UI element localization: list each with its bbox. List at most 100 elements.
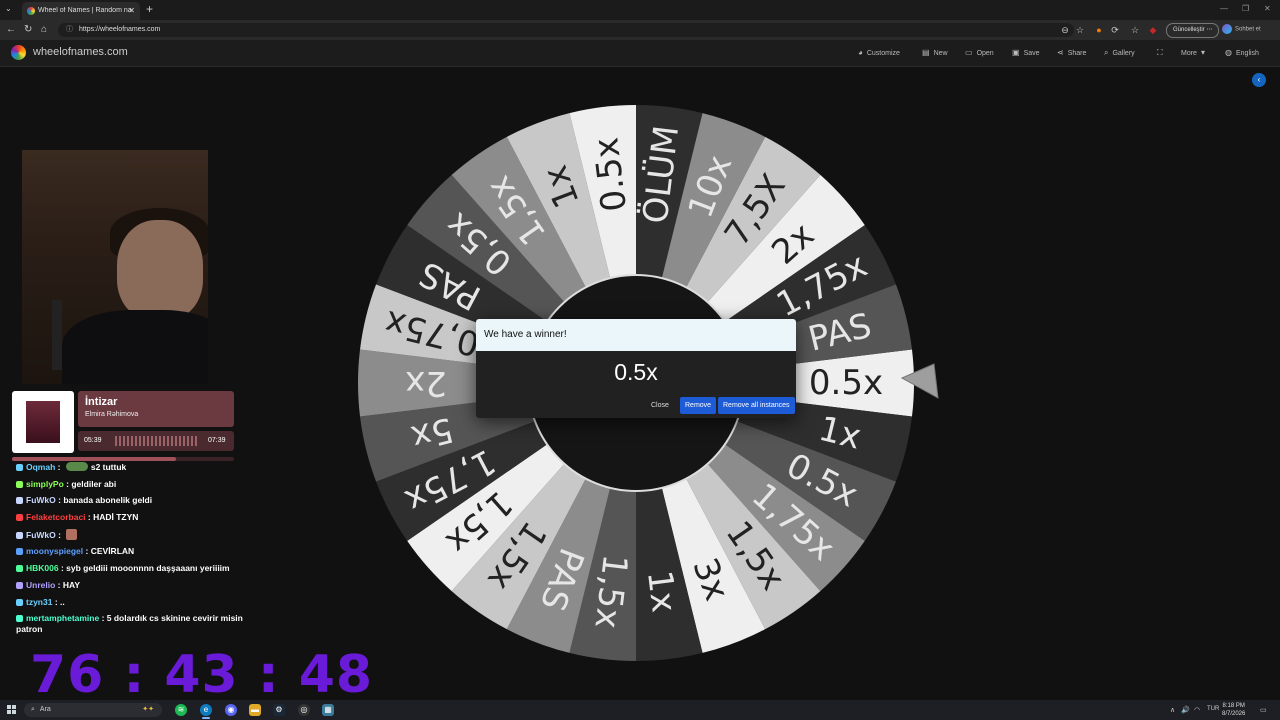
remove-button[interactable]: Remove xyxy=(680,397,717,414)
network-icon[interactable]: ◠ xyxy=(1194,706,1200,714)
browser-tab[interactable]: Wheel of Names | Random name ✕ xyxy=(22,2,140,20)
close-window-icon[interactable]: ✕ xyxy=(1264,4,1271,13)
obs-icon[interactable]: ◎ xyxy=(298,704,310,716)
extensions-icon[interactable]: ⟳ xyxy=(1110,25,1120,35)
tray-chevron-icon[interactable]: ∧ xyxy=(1170,706,1175,714)
chat-badge-icon xyxy=(16,514,23,522)
spotify-icon[interactable]: ≋ xyxy=(175,704,187,716)
update-label: Güncelleştir xyxy=(1173,27,1205,33)
chat-separator: : xyxy=(85,512,94,523)
palette-icon: ◕ xyxy=(858,48,863,57)
volume-icon[interactable]: 🔊 xyxy=(1181,706,1190,714)
menu-save[interactable]: ▣ Save xyxy=(1012,48,1040,57)
new-tab-icon[interactable]: + xyxy=(146,2,153,16)
menu-label: Customize xyxy=(866,50,900,57)
wheel-segment-label: 0.5x xyxy=(809,363,883,403)
wheel-segment-label: 2x xyxy=(405,363,447,403)
chat-username[interactable]: Unrelio xyxy=(26,580,55,590)
menu-fullscreen[interactable]: ⛶ xyxy=(1157,48,1167,58)
folder-icon: ▭ xyxy=(965,48,973,57)
extension-icon[interactable]: ● xyxy=(1094,25,1104,35)
chat-message: tzyn31 : .. xyxy=(16,597,256,608)
chat-username[interactable]: moonyspiegel xyxy=(26,546,83,556)
chat-badge-icon xyxy=(16,581,23,589)
menu-language[interactable]: ◍ English xyxy=(1225,48,1259,57)
back-icon[interactable]: ← xyxy=(6,24,16,35)
language-indicator[interactable]: TUR xyxy=(1207,706,1219,712)
chat-message: Felaketcorbaci : HADİ TZYN xyxy=(16,512,256,523)
favorite-star-icon[interactable]: ☆ xyxy=(1075,25,1085,35)
taskbar-search[interactable]: ⌕ Ara ✦✦ xyxy=(24,703,162,717)
reload-icon[interactable]: ↻ xyxy=(24,24,32,35)
menu-gallery[interactable]: ⌕ Gallery xyxy=(1104,48,1135,58)
url-field[interactable]: ⓘ https://wheelofnames.com xyxy=(58,23,1074,37)
site-header: wheelofnames.com ◕ Customize ▤ New ▭ Open ▣… xyxy=(0,40,1280,67)
taskbar-clock[interactable]: 8:18 PM 8/7/2026 xyxy=(1222,702,1245,718)
wheel-segment-label: 1x xyxy=(639,568,684,614)
close-button[interactable]: Close xyxy=(646,397,674,414)
chat-username[interactable]: Felaketcorbaci xyxy=(26,512,86,522)
save-icon: ▣ xyxy=(1012,48,1020,57)
file-explorer-icon[interactable]: ▬ xyxy=(249,704,261,716)
globe-icon: ◍ xyxy=(1225,48,1232,57)
windows-start-icon[interactable] xyxy=(7,705,17,715)
profile-extension-icon[interactable]: ◆ xyxy=(1148,25,1158,35)
chat-username[interactable]: mertamphetamine xyxy=(26,613,99,623)
chat-message: FuWkO : xyxy=(16,528,256,541)
home-icon[interactable]: ⌂ xyxy=(41,24,47,35)
site-logo[interactable]: wheelofnames.com xyxy=(33,46,128,58)
chat-username[interactable]: FuWkO xyxy=(26,530,56,540)
restore-icon[interactable]: ❐ xyxy=(1242,4,1249,13)
search-icon: ⌕ xyxy=(1104,48,1109,57)
chat-message: Oqmah : s2 tuttuk xyxy=(16,462,256,473)
chat-emote-icon xyxy=(66,528,78,540)
album-cover xyxy=(12,391,74,453)
steam-icon[interactable]: ⚙ xyxy=(273,704,285,716)
menu-customize[interactable]: ◕ Customize xyxy=(858,48,900,57)
close-tab-icon[interactable]: ✕ xyxy=(128,6,135,15)
chat-username[interactable]: tzyn31 xyxy=(26,597,52,607)
chat-text: .. xyxy=(60,596,65,607)
browser-tabbar: ⌄ Wheel of Names | Random name ✕ + — ❐ ✕ xyxy=(0,0,1280,20)
copilot-chat-button[interactable]: Sohbet et xyxy=(1222,24,1261,34)
site-info-icon[interactable]: ⓘ xyxy=(66,26,73,33)
winner-dialog: We have a winner! 0.5x Close Remove Remo… xyxy=(476,319,796,418)
remove-all-instances-button[interactable]: Remove all instances xyxy=(718,397,795,414)
chat-separator: : xyxy=(55,579,63,590)
app-window-icon[interactable]: ▦ xyxy=(322,704,334,716)
zoom-icon[interactable]: ⊖ xyxy=(1060,25,1070,35)
chat-badge-icon xyxy=(16,548,23,556)
notifications-icon[interactable]: ▭ xyxy=(1260,706,1267,714)
edge-icon[interactable]: e xyxy=(200,704,212,719)
chat-username[interactable]: HBK006 xyxy=(26,563,59,573)
chat-message: FuWkO : banada abonelik geldi xyxy=(16,495,256,506)
clock-time: 8:18 PM xyxy=(1222,703,1245,709)
menu-share[interactable]: ⋖ Share xyxy=(1057,48,1086,57)
chat-separator: : xyxy=(55,529,64,540)
menu-new[interactable]: ▤ New xyxy=(922,48,948,57)
search-placeholder: Ara xyxy=(39,706,51,713)
chat-badge-icon xyxy=(16,565,23,573)
chat-username[interactable]: simplyPo xyxy=(26,479,64,489)
update-button[interactable]: Güncelleştir ⋯ xyxy=(1166,23,1220,38)
minimize-icon[interactable]: — xyxy=(1220,4,1228,13)
chat-text: geldiler abi xyxy=(71,478,117,489)
chat-username[interactable]: Oqmah xyxy=(26,462,55,472)
menu-open[interactable]: ▭ Open xyxy=(965,48,994,57)
logo-icon xyxy=(11,45,26,60)
chat-message: simplyPo : geldiler abi xyxy=(16,479,256,490)
collapse-sidebar-icon[interactable]: ‹ xyxy=(1252,73,1266,87)
song-progress-bar xyxy=(12,457,234,461)
menu-label: English xyxy=(1235,50,1259,57)
clock-date: 8/7/2026 xyxy=(1222,711,1246,717)
chat-message: moonyspiegel : CEVİRLAN xyxy=(16,546,256,557)
discord-icon[interactable]: ◉ xyxy=(225,704,237,716)
chat-text: banada abonelik geldi xyxy=(63,495,153,506)
address-bar-row: ← ↻ ⌂ ⓘ https://wheelofnames.com ⊖ ☆ ● ⟳ … xyxy=(0,20,1280,40)
song-elapsed: 05:39 xyxy=(84,437,102,444)
menu-more[interactable]: More ▾ xyxy=(1181,48,1209,57)
tab-menu-icon[interactable]: ⌄ xyxy=(5,4,12,13)
chat-text: HAY xyxy=(62,579,81,590)
chat-username[interactable]: FuWkO xyxy=(26,495,56,505)
favorites-icon[interactable]: ☆ xyxy=(1130,25,1140,35)
